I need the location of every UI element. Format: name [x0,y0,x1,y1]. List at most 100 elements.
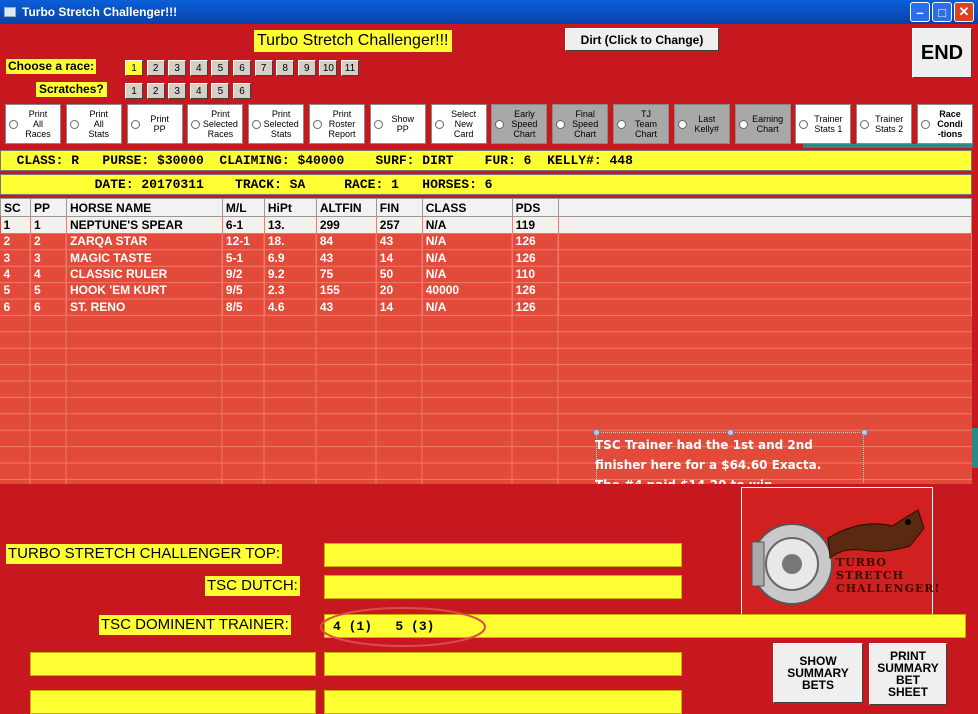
maximize-button[interactable]: □ [932,2,952,22]
table-row[interactable]: 4 4 CLASSIC RULER 9/2 9.2 75 50 N/A 110 [0,265,972,283]
option-0[interactable]: Print All Races [5,104,61,144]
table-row[interactable]: 2 2 ZARQA STAR 12-1 18. 84 43 N/A 126 [0,233,972,250]
table-cell: 126 [512,249,559,266]
option-5[interactable]: Print Roster Report [309,104,365,144]
option-12[interactable]: Earning Chart [734,104,791,144]
option-2[interactable]: Print PP [126,104,183,144]
table-cell-blank [558,249,972,266]
column-header[interactable]: HORSE NAME [65,198,223,217]
race-button-5[interactable]: 5 [211,60,230,76]
table-row[interactable]: 1 1 NEPTUNE'S SPEAR 6-1 13. 299 257 N/A 119 [0,216,972,233]
column-header[interactable]: PP [29,198,67,217]
option-radio[interactable] [252,120,262,129]
option-10[interactable]: TJ Team Chart [613,104,669,144]
extra-value-field-1[interactable] [324,652,682,676]
print-summary-bet-sheet-button[interactable]: PRINT SUMMARY BET SHEET [869,643,947,705]
scratch-button-1[interactable]: 1 [125,83,143,99]
option-label: Print Selected Stats [263,109,299,139]
table-cell: CLASSIC RULER [66,265,223,283]
option-label: Early Speed Chart [511,109,538,139]
race-button-6[interactable]: 6 [233,60,251,76]
extra-label-field-2 [30,690,316,714]
race-button-10[interactable]: 10 [319,60,338,76]
table-cell: 75 [316,265,377,283]
column-header[interactable]: PDS [511,198,559,217]
table-cell: N/A [422,233,513,250]
option-7[interactable]: Select New Card [430,104,487,144]
trainer-note-box[interactable]: TSC Trainer had the 1st and 2nd finisher… [593,429,868,484]
race-button-1[interactable]: 1 [125,60,143,76]
table-row[interactable]: 6 6 ST. RENO 8/5 4.6 43 14 N/A 126 [0,298,972,315]
column-header[interactable]: SC [0,198,31,217]
option-8[interactable]: Early Speed Chart [491,104,548,144]
table-cell: N/A [422,216,513,233]
table-cell: 43 [376,233,423,250]
option-radio[interactable] [677,120,687,129]
option-13[interactable]: Trainer Stats 1 [795,104,852,144]
scratch-button-6[interactable]: 6 [233,83,251,99]
tsc-top-field[interactable] [324,543,682,567]
column-header[interactable]: CLASS [421,198,513,217]
option-15[interactable]: Race Condi -tions [917,104,973,144]
option-radio[interactable] [921,120,930,129]
table-cell: 12-1 [222,233,265,250]
option-radio[interactable] [130,120,140,129]
column-header[interactable]: FIN [375,198,423,217]
option-3[interactable]: Print Selected Races [187,104,244,144]
race-button-8[interactable]: 8 [276,60,295,76]
option-1[interactable]: Print All Stats [65,104,122,144]
scroll-indicator[interactable] [972,428,978,468]
race-button-11[interactable]: 11 [341,60,359,76]
table-cell: 126 [512,282,559,299]
option-label: Last Kelly# [694,114,720,134]
race-button-2[interactable]: 2 [146,60,165,76]
option-radio[interactable] [799,120,809,129]
option-9[interactable]: Final Speed Chart [552,104,609,144]
extra-value-field-2[interactable] [324,690,682,714]
option-4[interactable]: Print Selected Stats [248,104,305,144]
option-radio[interactable] [313,120,322,129]
horse-grid[interactable]: SC PP HORSE NAME M/L HiPt ALTFIN FIN CLASS PDS 1… [0,198,972,484]
table-cell: 5 [0,282,31,299]
option-radio[interactable] [9,120,18,129]
table-row[interactable]: 3 3 MAGIC TASTE 5-1 6.9 43 14 N/A 126 [0,249,972,266]
table-cell: MAGIC TASTE [66,249,223,266]
resize-handle[interactable] [861,429,868,436]
race-button-7[interactable]: 7 [254,60,273,76]
option-radio[interactable] [738,120,748,129]
option-radio[interactable] [495,120,505,129]
end-button[interactable]: END [912,28,972,78]
race-button-3[interactable]: 3 [168,60,187,76]
option-radio[interactable] [617,120,626,129]
surface-toggle-button[interactable]: Dirt (Click to Change) [565,28,719,51]
race-button-4[interactable]: 4 [189,60,208,76]
race-button-9[interactable]: 9 [297,60,316,76]
option-14[interactable]: Trainer Stats 2 [856,104,913,144]
option-radio[interactable] [556,120,566,129]
table-cell: NEPTUNE'S SPEAR [66,216,223,233]
scratch-button-3[interactable]: 3 [168,83,187,99]
scratch-button-5[interactable]: 5 [211,83,230,99]
column-header[interactable]: HiPt [263,198,317,217]
option-label: Print Roster Report [328,109,356,139]
option-label: TJ Team Chart [634,109,657,139]
close-button[interactable]: ✕ [954,2,974,22]
scratch-button-2[interactable]: 2 [146,83,165,99]
tsc-dutch-field[interactable] [324,575,682,599]
option-radio[interactable] [191,120,201,129]
show-summary-bets-button[interactable]: SHOW SUMMARY BETS [773,643,863,703]
option-11[interactable]: Last Kelly# [673,104,730,144]
scratch-button-4[interactable]: 4 [189,83,208,99]
option-radio[interactable] [373,120,383,129]
option-radio[interactable] [434,120,444,129]
minimize-button[interactable]: – [910,2,930,22]
resize-handle[interactable] [727,429,734,436]
option-radio[interactable] [69,120,79,129]
table-row[interactable]: 5 5 HOOK 'EM KURT 9/5 2.3 155 20 40000 126 [0,282,972,299]
column-header[interactable]: M/L [221,198,265,217]
column-header[interactable]: ALTFIN [315,198,377,217]
resize-handle[interactable] [593,429,600,436]
option-radio[interactable] [860,120,870,129]
table-cell: 6 [30,298,67,315]
option-6[interactable]: Show PP [369,104,426,144]
